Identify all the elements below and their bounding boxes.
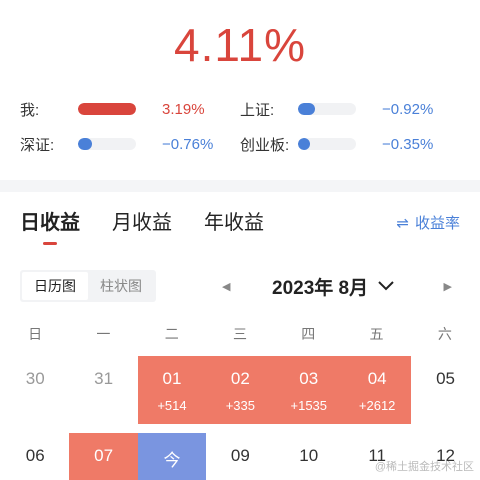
compare-row-shenzhen: 深证: −0.76%: [20, 133, 213, 155]
weekday-label: 日: [28, 326, 43, 342]
calendar-day[interactable]: 01 +514: [137, 356, 207, 424]
weekday-label: 四: [301, 326, 316, 342]
compare-label: 创业板:: [240, 136, 290, 154]
swap-arrows-icon: ⇌: [396, 214, 409, 232]
triangle-left-icon[interactable]: ◀: [222, 280, 230, 293]
compare-bar-fill: [78, 138, 92, 150]
calendar-day[interactable]: 10: [275, 433, 343, 480]
month-selector[interactable]: 2023年 8月: [272, 273, 394, 300]
calendar-day[interactable]: 31: [69, 356, 137, 424]
day-profit: +2612: [358, 398, 396, 413]
weekday-label: 二: [164, 326, 179, 342]
compare-bar-fill: [298, 138, 310, 150]
calendar-day[interactable]: 05: [411, 356, 479, 424]
day-number: 09: [230, 446, 250, 465]
day-number: 06: [25, 446, 45, 465]
weekday-header: 日 一 二 三 四 五 六: [0, 324, 480, 344]
calendar-day[interactable]: 07: [69, 433, 138, 480]
watermark: @稀土掘金技术社区: [374, 461, 474, 473]
day-number: 03: [299, 369, 319, 388]
view-switch: 日历图 柱状图: [20, 270, 156, 302]
triangle-right-icon[interactable]: ▶: [444, 280, 452, 293]
period-tabs: 日收益 月收益 年收益: [20, 206, 296, 245]
compare-label: 深证:: [20, 136, 55, 154]
compare-row-chinext: 创业板: −0.35%: [240, 133, 433, 155]
weekday-label: 五: [369, 326, 384, 342]
compare-bar-track: [78, 138, 136, 150]
day-number: 07: [94, 446, 114, 465]
month-navigator: ◀ 2023年 8月 ▶: [210, 270, 460, 302]
view-option-bar-chart[interactable]: 柱状图: [88, 272, 154, 300]
weekday-label: 三: [232, 326, 247, 342]
compare-bar-track: [298, 138, 356, 150]
weekday-label: 六: [437, 326, 452, 342]
return-rate-toggle[interactable]: ⇌ 收益率: [396, 212, 460, 233]
compare-bar-track: [78, 103, 136, 115]
compare-bar-fill: [298, 103, 315, 115]
day-profit: +514: [157, 398, 187, 413]
compare-row-shanghai: 上证: −0.92%: [240, 98, 433, 120]
month-label: 2023年 8月: [272, 277, 369, 299]
compare-value: 3.19%: [162, 100, 205, 118]
tab-daily-return[interactable]: 日收益: [20, 206, 80, 245]
compare-row-mine: 我: 3.19%: [20, 98, 205, 120]
compare-value: −0.76%: [162, 135, 214, 153]
compare-value: −0.92%: [382, 100, 434, 118]
calendar-day[interactable]: 04 +2612: [342, 356, 412, 424]
view-option-calendar[interactable]: 日历图: [22, 272, 88, 300]
day-profit: +335: [225, 398, 256, 413]
compare-value: −0.35%: [382, 135, 434, 153]
calendar-day[interactable]: 06: [1, 433, 69, 480]
day-number: 05: [436, 369, 455, 388]
compare-label: 我:: [20, 101, 40, 119]
chevron-down-icon: [378, 278, 394, 294]
section-divider: [0, 180, 480, 192]
return-rate-label: 收益率: [414, 215, 460, 232]
day-number: 10: [299, 446, 319, 465]
tab-monthly-return[interactable]: 月收益: [112, 206, 172, 235]
calendar-day-today[interactable]: 今: [137, 433, 207, 480]
day-number: 01: [162, 369, 182, 388]
calendar-day[interactable]: 02 +335: [206, 356, 275, 424]
day-profit: +1535: [290, 398, 328, 413]
day-number: 04: [367, 369, 387, 388]
calendar-day[interactable]: 03 +1535: [274, 356, 343, 424]
calendar-day[interactable]: 09: [206, 433, 274, 480]
compare-bar-track: [298, 103, 356, 115]
calendar-week-row: 30 31 01 +514 02 +335 03 +1535 04 +2612 05: [1, 356, 480, 424]
day-number: 02: [230, 369, 250, 388]
compare-label: 上证:: [240, 101, 275, 119]
total-return-percent: 4.11%: [173, 19, 307, 71]
compare-bar-fill: [78, 103, 136, 115]
calendar-day[interactable]: 30: [1, 356, 69, 424]
day-number: 30: [25, 369, 45, 388]
tab-yearly-return[interactable]: 年收益: [204, 206, 264, 235]
day-number: 今: [163, 451, 181, 470]
day-number: 31: [94, 369, 114, 388]
weekday-label: 一: [96, 326, 111, 342]
